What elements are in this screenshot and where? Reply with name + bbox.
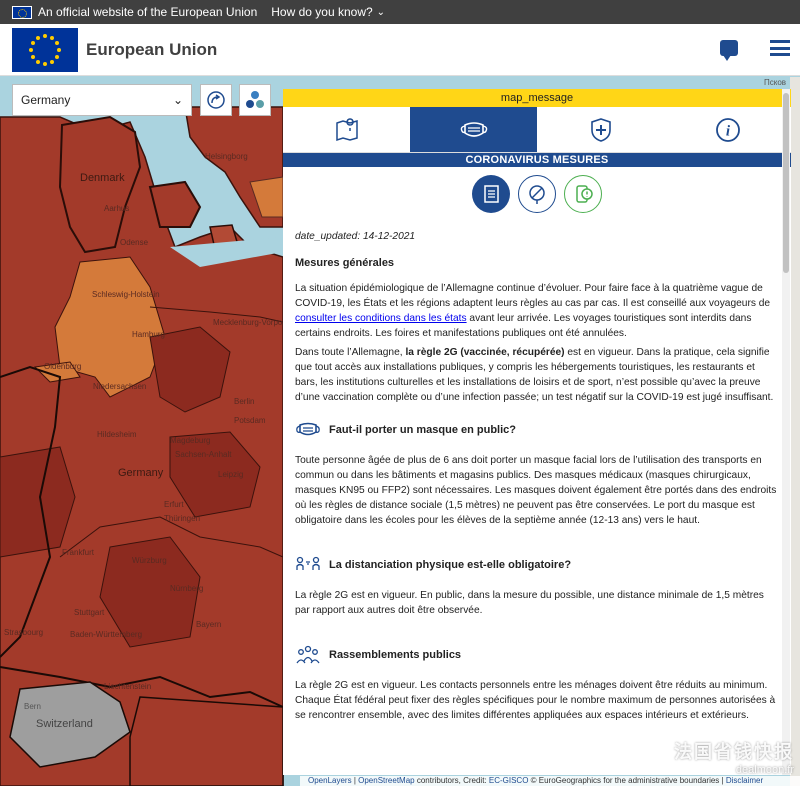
sub-tab-app[interactable] xyxy=(564,175,602,213)
map-label-denmark: Denmark xyxy=(80,172,125,184)
chat-icon[interactable] xyxy=(720,40,738,61)
ec-gisco-link[interactable]: EC-GISCO xyxy=(489,776,529,785)
tab-map[interactable] xyxy=(283,107,410,152)
panel-content: date_updated: 14-12-2021 Mesures général… xyxy=(283,229,791,723)
phone-alert-icon xyxy=(576,185,593,203)
map-label-strasbourg: Strasbourg xyxy=(4,628,44,637)
map-label-sachsen-anhalt: Sachsen-Anhalt xyxy=(175,450,232,459)
how-text: How do you know? xyxy=(271,5,373,19)
map-label-helsingborg: Helsingborg xyxy=(205,152,248,161)
map-label-wurzburg: Würzburg xyxy=(132,556,167,565)
openstreetmap-link[interactable]: OpenStreetMap xyxy=(358,776,414,785)
eu-logo[interactable] xyxy=(12,27,78,72)
people-group-icon xyxy=(296,645,320,664)
map-label-baden: Baden-Württemberg xyxy=(70,630,143,639)
social-distance-icon xyxy=(296,556,320,570)
map-message-bar: map_message xyxy=(283,89,791,107)
map-label-thuringen: Thüringen xyxy=(164,514,201,523)
map-label-berlin: Berlin xyxy=(234,397,255,406)
map-label-hildesheim: Hildesheim xyxy=(97,430,137,439)
mask-text: Toute personne âgée de plus de 6 ans doi… xyxy=(295,455,777,526)
date-updated: date_updated: 14-12-2021 xyxy=(295,231,416,242)
chevron-down-icon: ⌄ xyxy=(376,6,386,18)
site-header: European Union xyxy=(0,24,800,76)
how-do-you-know-button[interactable]: How do you know? ⌄ xyxy=(271,5,385,19)
eu-official-strip: An official website of the European Unio… xyxy=(0,0,800,24)
general-paragraph-1: La situation épidémiologique de l’Allema… xyxy=(295,283,771,339)
tab-coronavirus[interactable] xyxy=(410,107,537,152)
map-label-bern: Bern xyxy=(24,702,41,711)
map-label-schleswig: Schleswig-Holstein xyxy=(92,290,160,299)
map-label-potsdam: Potsdam xyxy=(234,416,266,425)
tab-info[interactable]: i xyxy=(664,107,791,152)
disclaimer-link[interactable]: Disclaimer xyxy=(726,776,763,785)
share-button[interactable] xyxy=(200,84,232,116)
map-label-pskov: Псков xyxy=(764,78,787,87)
map-label-bayern: Bayern xyxy=(196,620,222,629)
map-label-liechtenstein: Liechtenstein xyxy=(104,682,152,691)
sub-tab-general[interactable] xyxy=(472,175,510,213)
panel-scrollbar[interactable] xyxy=(782,89,790,775)
map-label-stuttgart: Stuttgart xyxy=(74,608,105,617)
distance-question: La distanciation physique est-elle oblig… xyxy=(295,554,779,576)
watermark: 法国省钱快报 dealmoon.fr xyxy=(674,738,794,776)
country-select-value: Germany xyxy=(21,93,71,107)
health-shield-icon xyxy=(590,117,611,142)
info-panel: map_message i CORONAVIRUS MESURES date_u… xyxy=(283,89,791,775)
scrollbar-thumb[interactable] xyxy=(783,93,789,273)
eu-flag-icon xyxy=(12,5,32,19)
map-label-hamburg: Hamburg xyxy=(132,330,165,339)
map-label-germany: Germany xyxy=(118,467,164,479)
openlayers-link[interactable]: OpenLayers xyxy=(308,776,352,785)
map-label-magdeburg: Magdeburg xyxy=(170,436,211,445)
map-label-niedersachsen: Niedersachsen xyxy=(93,382,147,391)
map-label-odense: Odense xyxy=(120,238,149,247)
general-heading: Mesures générales xyxy=(295,257,395,269)
map-label-aarhus: Aarhus xyxy=(104,204,130,213)
conditions-link[interactable]: consulter les conditions dans les états xyxy=(295,313,467,324)
info-icon: i xyxy=(715,117,740,142)
official-text: An official website of the European Unio… xyxy=(38,5,258,19)
mask-icon xyxy=(460,121,487,137)
svg-text:i: i xyxy=(725,123,730,139)
chevron-down-icon: ⌄ xyxy=(172,93,183,107)
map-pin-icon xyxy=(335,117,358,141)
general-paragraph-2: Dans toute l’Allemagne, la règle 2G (vac… xyxy=(295,347,774,403)
watermark-cn: 法国省钱快报 xyxy=(674,742,794,762)
site-title: European Union xyxy=(86,39,218,59)
country-select[interactable]: Germany ⌄ xyxy=(12,84,192,116)
panel-tabs: i xyxy=(283,107,791,153)
document-list-icon xyxy=(484,185,499,203)
section-title: CORONAVIRUS MESURES xyxy=(283,153,791,167)
layers-button[interactable] xyxy=(239,84,271,116)
distance-text: La règle 2G est en vigueur. En public, d… xyxy=(295,590,764,616)
map-attribution: OpenLayers | OpenStreetMap contributors,… xyxy=(300,776,800,786)
mask-icon xyxy=(296,422,320,436)
watermark-en: dealmoon.fr xyxy=(735,764,794,776)
gatherings-text: La règle 2G est en vigueur. Les contacts… xyxy=(295,680,776,721)
mask-question: Faut-il porter un masque en public? xyxy=(295,419,779,441)
layers-circles-icon xyxy=(246,91,264,108)
share-arrow-icon xyxy=(207,91,225,109)
map-label-erfurt: Erfurt xyxy=(164,500,184,509)
forbidden-pin-icon xyxy=(529,185,545,204)
sub-tab-restrictions[interactable] xyxy=(518,175,556,213)
sub-icon-row xyxy=(283,167,791,219)
map-label-leipzig: Leipzig xyxy=(218,470,244,479)
map-label-nurnberg: Nürnberg xyxy=(170,584,204,593)
map-label-frankfurt: Frankfurt xyxy=(62,548,95,557)
tab-health[interactable] xyxy=(537,107,664,152)
gatherings-question: Rassemblements publics xyxy=(295,644,779,666)
map-label-switzerland: Switzerland xyxy=(36,718,93,730)
map-label-oldenburg: Oldenburg xyxy=(44,362,82,371)
menu-icon[interactable] xyxy=(770,40,790,56)
